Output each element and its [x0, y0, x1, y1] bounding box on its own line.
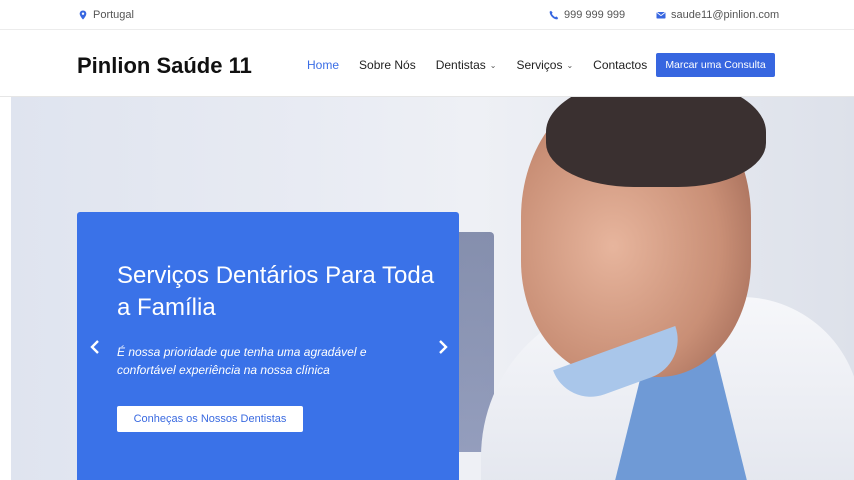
slider-next-arrow-icon[interactable] — [435, 337, 451, 357]
location-text: Portugal — [93, 9, 134, 21]
hero-image-hair — [546, 97, 766, 187]
menu-item-label: Sobre Nós — [359, 58, 416, 72]
menu-item-label: Dentistas — [435, 58, 486, 72]
chevron-down-icon: ⌄ — [566, 60, 574, 70]
book-appointment-button[interactable]: Marcar uma Consulta — [656, 53, 775, 77]
menu-item-label: Serviços — [516, 58, 563, 72]
menu-item-servicos[interactable]: Serviços ⌄ — [516, 58, 573, 72]
menu-item-home[interactable]: Home — [307, 58, 339, 72]
slider-prev-arrow-icon[interactable] — [87, 337, 103, 357]
phone-icon — [549, 10, 559, 20]
menu-item-sobre-nos[interactable]: Sobre Nós — [359, 58, 416, 72]
phone-info[interactable]: 999 999 999 — [549, 9, 625, 21]
email-info[interactable]: saude11@pinlion.com — [656, 9, 779, 21]
main-navbar: Pinlion Saúde 11 Home Sobre Nós Dentista… — [0, 31, 854, 97]
menu-item-label: Home — [307, 58, 340, 72]
map-pin-icon — [79, 10, 87, 20]
location-info: Portugal — [78, 9, 134, 21]
menu-item-dentistas[interactable]: Dentistas ⌄ — [436, 58, 497, 72]
email-text: saude11@pinlion.com — [671, 9, 780, 21]
envelope-icon — [656, 12, 666, 19]
hero-subtitle: É nossa prioridade que tenha uma agradáv… — [117, 345, 367, 377]
hero-card: Serviços Dentários Para Toda a Família É… — [77, 212, 459, 480]
top-bar: Portugal 999 999 999 saude11@pinlion.com — [0, 0, 854, 30]
menu-item-label: Contactos — [593, 58, 648, 72]
hero-title: Serviços Dentários Para Toda a Família — [117, 262, 435, 321]
site-brand[interactable]: Pinlion Saúde 11 — [77, 53, 252, 79]
meet-dentists-button[interactable]: Conheças os Nossos Dentistas — [117, 406, 303, 432]
menu-item-contactos[interactable]: Contactos — [593, 58, 647, 72]
chevron-down-icon: ⌄ — [489, 60, 497, 70]
main-menu: Home Sobre Nós Dentistas ⌄ Serviços ⌄ Co… — [307, 58, 667, 72]
phone-text: 999 999 999 — [564, 9, 626, 21]
